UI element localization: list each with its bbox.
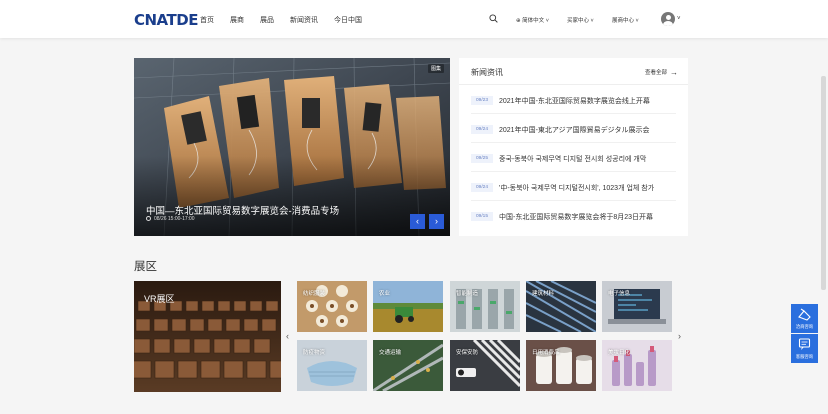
chevron-down-icon: ˅	[635, 18, 639, 24]
vr-exhibition-label: VR展区	[144, 294, 175, 304]
buyer-center-label: 买家中心	[567, 18, 590, 24]
carousel-next-button[interactable]: ›	[678, 331, 681, 341]
news-headline[interactable]: 2021年中国-東北アジア国際貿易デジタル展示会	[499, 125, 671, 135]
language-label: 简体中文	[522, 18, 545, 24]
category-card[interactable]: 农业	[373, 281, 443, 332]
view-all-label: 查看全部	[644, 70, 667, 76]
user-avatar-icon[interactable]	[661, 12, 675, 26]
category-card[interactable]: 安保安防	[450, 340, 520, 391]
news-panel: 新闻资讯 查看全部 → 09/23 2021年中国-东北亚国际贸易数字展览会线上开…	[459, 58, 688, 236]
exhibitor-center-label: 展商中心	[612, 18, 635, 24]
category-card[interactable]: 美妆日化	[602, 340, 672, 391]
category-label: 建筑材料	[532, 291, 555, 297]
news-item[interactable]: 09/24 2021年中国-東北アジア国際貿易デジタル展示会	[471, 114, 676, 143]
exhibitor-center-menu[interactable]: 展商中心 ˅	[612, 16, 639, 24]
news-item[interactable]: 09/23 2021年中国-东北亚国际贸易数字展览会线上开幕	[471, 85, 676, 114]
news-date: 09/25	[471, 154, 493, 163]
category-card[interactable]: 智能制造	[450, 281, 520, 332]
banner-date: 08/26 15:00-17:00	[146, 216, 195, 222]
banner-next-button[interactable]: ›	[429, 214, 444, 229]
category-label: 纺织服装	[303, 291, 326, 297]
handshake-icon	[798, 308, 811, 321]
category-label: 日用消费品	[532, 350, 560, 356]
category-label: 防疫物资	[303, 350, 326, 356]
search-icon[interactable]	[489, 14, 498, 23]
chevron-down-icon: ˅	[590, 18, 594, 24]
nav-home[interactable]: 首页	[200, 15, 214, 25]
customer-service-label: 客服咨询	[795, 354, 814, 359]
news-date: 09/23	[471, 96, 493, 105]
consult-label: 洽商咨询	[795, 324, 814, 329]
category-label: 智能制造	[456, 291, 479, 297]
nav-exhibitors[interactable]: 展商	[230, 15, 244, 25]
consult-float-button[interactable]: 洽商咨询	[791, 304, 818, 333]
category-label: 电子信息	[608, 291, 631, 297]
exhibition-section-title: 展区	[134, 261, 157, 273]
category-label: 美妆日化	[608, 350, 631, 356]
news-headline[interactable]: '中-동북아 국제무역 디지털전시회', 1023개 업체 참가	[499, 183, 671, 193]
arrow-right-icon: →	[670, 68, 678, 77]
news-headline[interactable]: 2021年中国-东北亚国际贸易数字展览会线上开幕	[499, 96, 671, 106]
globe-icon: ⊕	[516, 18, 521, 24]
nav-products[interactable]: 展品	[260, 15, 274, 25]
carousel-prev-button[interactable]: ‹	[286, 331, 289, 341]
nav-china-today[interactable]: 今日中国	[334, 15, 362, 25]
category-label: 交通运输	[379, 350, 402, 356]
chevron-down-icon[interactable]: ˅	[677, 16, 681, 22]
view-all-link[interactable]: 查看全部 →	[645, 68, 678, 77]
chat-icon	[798, 338, 811, 350]
news-date: 09/15	[471, 212, 493, 221]
banner-prev-button[interactable]: ‹	[410, 214, 425, 229]
news-title: 新闻资讯	[471, 68, 503, 77]
language-selector[interactable]: ⊕ 简体中文 ˅	[516, 16, 549, 24]
clock-icon	[146, 216, 151, 221]
customer-service-float-button[interactable]: 客服咨询	[791, 334, 818, 363]
category-card[interactable]: 建筑材料	[526, 281, 596, 332]
news-date: 09/24	[471, 125, 493, 134]
category-label: 安保安防	[456, 350, 479, 356]
buyer-center-menu[interactable]: 买家中心 ˅	[567, 16, 594, 24]
main-nav: 首页 展商 展品 新闻资讯 今日中国	[200, 15, 378, 25]
top-header: CNATDE 首页 展商 展品 新闻资讯 今日中国 ⊕ 简体中文 ˅ 买家中心 …	[0, 0, 828, 38]
chevron-down-icon: ˅	[545, 18, 549, 24]
nav-news[interactable]: 新闻资讯	[290, 15, 318, 25]
news-date: 09/24	[471, 183, 493, 192]
category-card[interactable]: 交通运输	[373, 340, 443, 391]
banner-tag: 图集	[427, 64, 444, 73]
banner-title[interactable]: 中国—东北亚国际贸易数字展览会-消费品专场	[146, 203, 339, 217]
hero-banner[interactable]: 图集 中国—东北亚国际贸易数字展览会-消费品专场 08/26 15:00-17:…	[134, 58, 450, 236]
news-headline[interactable]: 중국-동북아 국제무역 디지털 전시회 성공리에 개막	[499, 154, 671, 164]
news-item[interactable]: 09/25 중국-동북아 국제무역 디지털 전시회 성공리에 개막	[471, 143, 676, 172]
site-logo[interactable]: CNATDE	[134, 11, 198, 29]
category-card[interactable]: 纺织服装	[297, 281, 367, 332]
category-card[interactable]: 电子信息	[602, 281, 672, 332]
category-card[interactable]: 日用消费品	[526, 340, 596, 391]
vr-exhibition-card[interactable]: VR展区	[134, 281, 281, 392]
category-card[interactable]: 防疫物资	[297, 340, 367, 391]
page-scrollbar[interactable]	[821, 76, 826, 290]
news-item[interactable]: 09/24 '中-동북아 국제무역 디지털전시회', 1023개 업체 참가	[471, 172, 676, 201]
banner-date-text: 08/26 15:00-17:00	[154, 216, 195, 222]
category-label: 农业	[379, 291, 391, 297]
news-headline[interactable]: 中国-东北亚国际贸易数字展览会将于8月23日开幕	[499, 212, 671, 222]
news-item[interactable]: 09/15 中国-东北亚国际贸易数字展览会将于8月23日开幕	[471, 201, 676, 230]
